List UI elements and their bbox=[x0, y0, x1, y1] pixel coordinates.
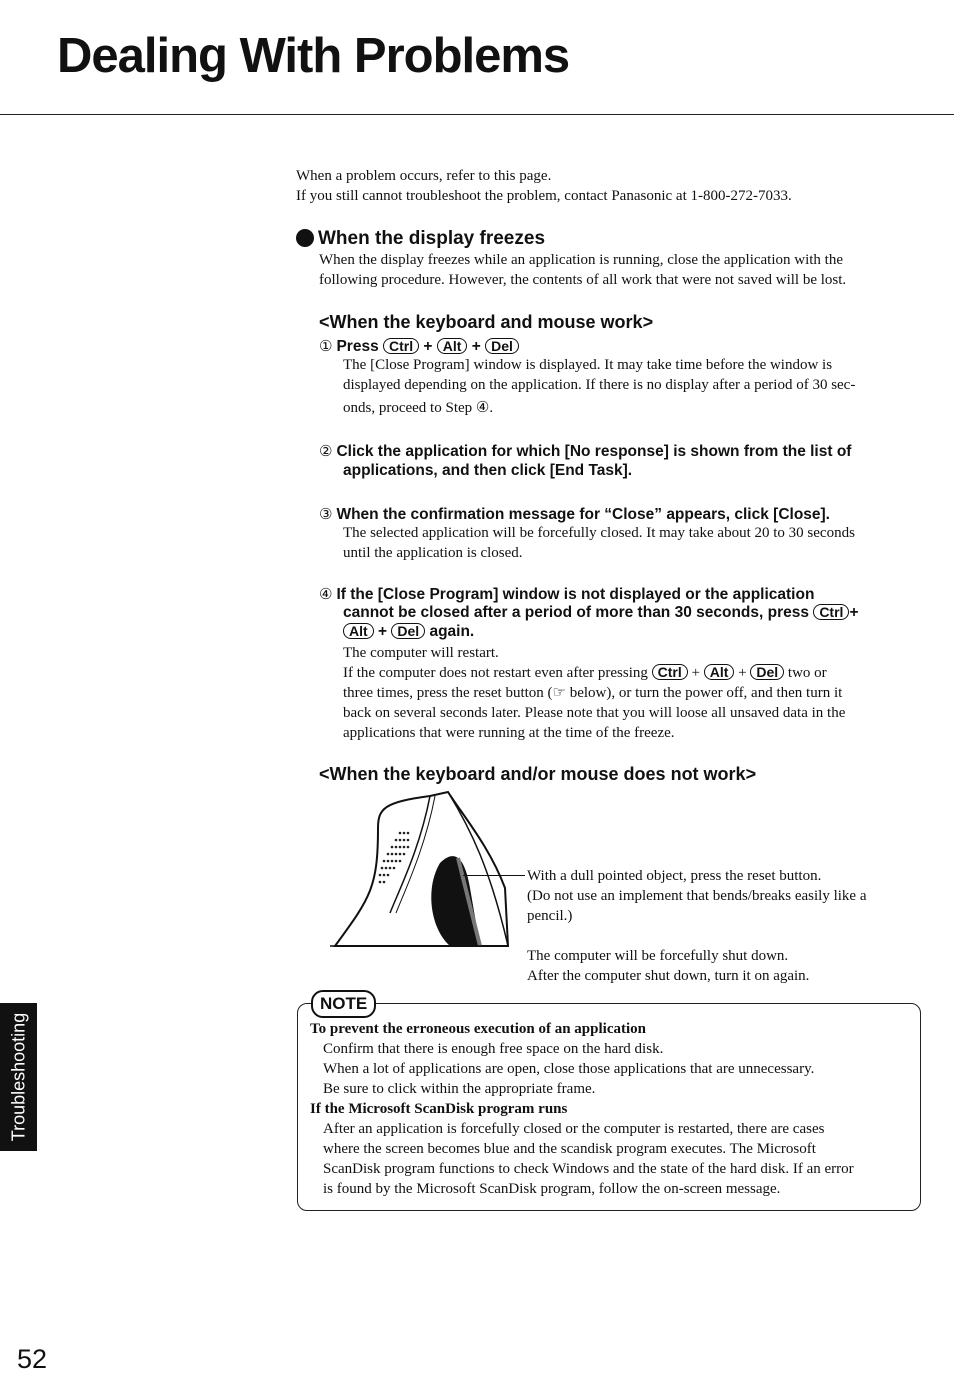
step-body: applications that were running at the ti… bbox=[343, 725, 675, 741]
step-text: cannot be closed after a period of more … bbox=[343, 604, 809, 621]
after-text: After the computer shut down, turn it on… bbox=[527, 968, 810, 984]
note-heading: If the Microsoft ScanDisk program runs bbox=[310, 1101, 568, 1117]
key-ctrl: Ctrl bbox=[651, 664, 688, 680]
key-ctrl: Ctrl bbox=[383, 338, 420, 354]
key-del: Del bbox=[750, 664, 785, 680]
step-3-title: ③ When the confirmation message for “Clos… bbox=[319, 505, 830, 524]
section-body: When the display freezes while an applic… bbox=[319, 252, 844, 268]
key-alt: Alt bbox=[436, 338, 468, 354]
key-ctrl: Ctrl bbox=[813, 604, 850, 620]
title-rule bbox=[0, 114, 954, 115]
step-text: When the confirmation message for “Close… bbox=[336, 506, 830, 523]
step-number: ② bbox=[319, 442, 333, 460]
callout-text: pencil.) bbox=[527, 908, 573, 924]
note-line: After an application is forcefully close… bbox=[323, 1121, 825, 1137]
step-4-title: ④ If the [Close Program] window is not di… bbox=[319, 585, 814, 604]
step-body: The selected application will be forcefu… bbox=[343, 525, 855, 541]
step-body-text: If the computer does not restart even af… bbox=[343, 665, 648, 681]
step-body-text: two or bbox=[787, 665, 827, 681]
step-body: If the computer does not restart even af… bbox=[343, 664, 827, 681]
step-text: again. bbox=[429, 623, 475, 640]
section-heading: When the display freezes bbox=[296, 228, 545, 250]
note-line: ScanDisk program functions to check Wind… bbox=[323, 1161, 854, 1177]
step-body: displayed depending on the application. … bbox=[343, 377, 856, 393]
callout-text: (Do not use an implement that bends/brea… bbox=[527, 888, 867, 904]
key-alt: Alt bbox=[343, 623, 374, 639]
section-body: following procedure. However, the conten… bbox=[319, 272, 847, 288]
section-heading-text: When the display freezes bbox=[318, 228, 546, 249]
step-body: The [Close Program] window is displayed.… bbox=[343, 357, 833, 373]
note-line: When a lot of applications are open, clo… bbox=[323, 1061, 815, 1077]
page-number: 52 bbox=[17, 1344, 48, 1374]
intro-line: When a problem occurs, refer to this pag… bbox=[296, 168, 552, 184]
step-text: Press bbox=[336, 338, 379, 355]
step-1-title: ① Press Ctrl + Alt + Del bbox=[319, 337, 519, 356]
step-body: back on several seconds later. Please no… bbox=[343, 705, 846, 721]
note-heading: To prevent the erroneous execution of an… bbox=[310, 1021, 646, 1037]
step-text: Click the application for which [No resp… bbox=[336, 443, 852, 460]
step-2-title: ② Click the application for which [No res… bbox=[319, 442, 851, 461]
section-side-tab: Troubleshooting bbox=[0, 1003, 37, 1151]
note-label: NOTE bbox=[311, 990, 377, 1018]
step-number: ① bbox=[319, 337, 333, 355]
computer-reset-button-illustration bbox=[330, 790, 510, 947]
note-line: is found by the Microsoft ScanDisk progr… bbox=[323, 1181, 781, 1197]
subsection-heading: <When the keyboard and/or mouse does not… bbox=[319, 764, 757, 784]
after-text: The computer will be forcefully shut dow… bbox=[527, 948, 789, 964]
intro-line: If you still cannot troubleshoot the pro… bbox=[296, 188, 792, 204]
callout-leader-line bbox=[463, 875, 525, 876]
step-4-title-cont: Alt + Del again. bbox=[343, 622, 474, 641]
bullet-icon bbox=[296, 229, 314, 247]
step-body: onds, proceed to Step ④. bbox=[343, 400, 494, 416]
step-text: If the [Close Program] window is not dis… bbox=[336, 586, 815, 603]
callout-text: With a dull pointed object, press the re… bbox=[527, 868, 822, 884]
step-number: ③ bbox=[319, 505, 333, 523]
page-title: Dealing With Problems bbox=[57, 29, 570, 83]
side-tab-label: Troubleshooting bbox=[8, 1012, 28, 1142]
key-del: Del bbox=[391, 623, 426, 639]
step-body: until the application is closed. bbox=[343, 545, 523, 561]
step-4-title-cont: cannot be closed after a period of more … bbox=[343, 604, 859, 621]
key-del: Del bbox=[485, 338, 519, 354]
step-2-title-cont: applications, and then click [End Task]. bbox=[343, 462, 633, 479]
note-line: Be sure to click within the appropriate … bbox=[323, 1081, 596, 1097]
step-body: three times, press the reset button (☞ b… bbox=[343, 685, 843, 701]
note-line: Confirm that there is enough free space … bbox=[323, 1041, 664, 1057]
step-body: The computer will restart. bbox=[343, 645, 499, 661]
step-number: ④ bbox=[319, 585, 333, 603]
note-line: where the screen becomes blue and the sc… bbox=[323, 1141, 816, 1157]
subsection-heading: <When the keyboard and mouse work> bbox=[319, 312, 654, 332]
key-alt: Alt bbox=[703, 664, 735, 680]
